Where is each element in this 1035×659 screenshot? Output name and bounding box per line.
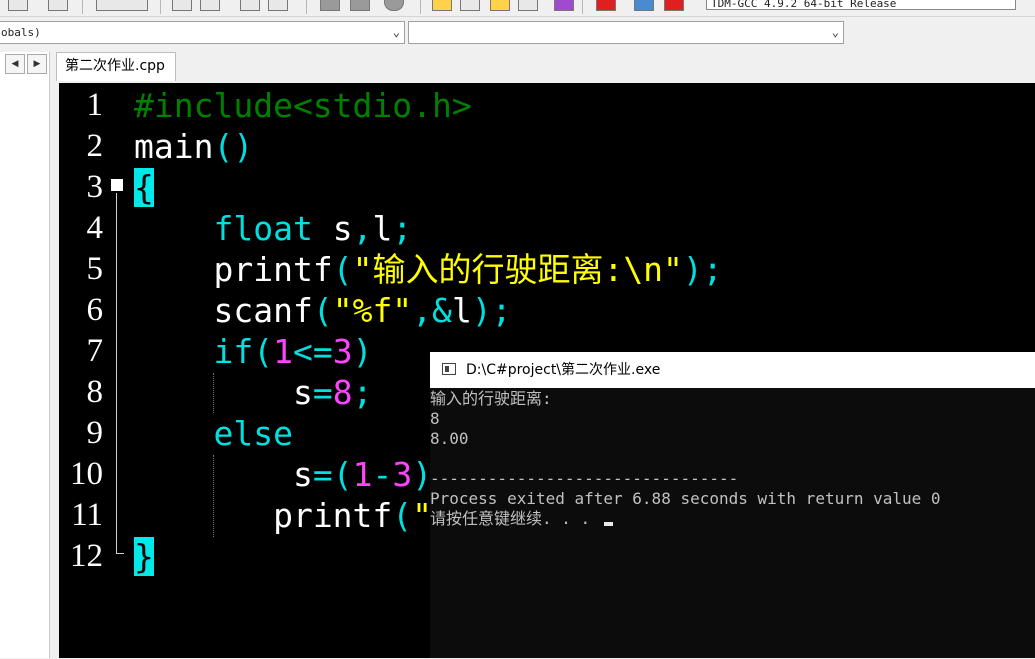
line-number: 3 <box>86 169 104 205</box>
console-line: Process exited after 6.88 seconds with r… <box>430 489 941 508</box>
toolbar-button[interactable] <box>384 0 404 11</box>
toolbar-button[interactable] <box>554 0 574 11</box>
toolbar-button[interactable] <box>350 0 370 11</box>
scope-combo[interactable]: obals) ⌄ <box>0 21 405 44</box>
tab-source-file[interactable]: 第二次作业.cpp <box>56 52 176 81</box>
toolbar-separator <box>306 0 307 14</box>
scope-combo-value: obals) <box>1 26 41 39</box>
toolbar-button[interactable] <box>432 0 452 11</box>
arrow-left-icon: ◀ <box>11 59 19 69</box>
arrow-right-icon: ▶ <box>33 59 41 69</box>
code-line-11: printf(" <box>273 496 433 535</box>
toolbar-button[interactable] <box>518 0 538 11</box>
code-line-9: else <box>213 414 293 453</box>
line-number: 10 <box>70 456 103 492</box>
toolbar-button[interactable] <box>634 0 654 11</box>
line-number: 11 <box>71 497 103 533</box>
console-line: 8.00 <box>430 429 469 448</box>
toolbar: TDM-GCC 4.9.2 64-bit Release <box>0 0 1035 17</box>
text-cursor <box>603 522 613 526</box>
toolbar-button[interactable] <box>268 0 288 11</box>
fold-end-marker <box>116 553 124 554</box>
line-number: 2 <box>86 128 104 164</box>
toolbar-separator <box>82 0 83 14</box>
console-output: 输入的行驶距离: 8 8.00 ---------------------------… <box>430 388 1035 659</box>
code-line-4: float s,l; <box>213 209 413 248</box>
console-prompt-line: 请按任意键继续. . . <box>430 509 1035 529</box>
toolbar-button[interactable] <box>320 0 340 11</box>
line-number: 4 <box>86 210 104 246</box>
code-line-2: main() <box>134 127 254 166</box>
toolbar-separator <box>420 0 421 14</box>
tab-scroll-left-button[interactable]: ◀ <box>5 54 25 74</box>
console-line: 请按任意键继续. . . <box>430 509 600 528</box>
toolbar-button[interactable] <box>8 0 28 11</box>
toolbar-button[interactable] <box>460 0 480 11</box>
console-app-icon <box>442 363 456 375</box>
code-line-6: scanf("%f",&l); <box>213 291 512 330</box>
tab-scroll-right-button[interactable]: ▶ <box>27 54 47 74</box>
toolbar-button[interactable] <box>596 0 616 11</box>
console-line: 输入的行驶距离: <box>430 389 552 408</box>
fold-line <box>116 193 117 553</box>
toolbar-button[interactable] <box>240 0 260 11</box>
toolbar-button[interactable] <box>490 0 510 11</box>
code-line-1: #include<stdio.h> <box>134 86 472 125</box>
line-number: 6 <box>86 292 104 328</box>
compiler-select-value: TDM-GCC 4.9.2 64-bit Release <box>711 0 897 10</box>
console-line: -------------------------------- <box>430 469 739 488</box>
fold-toggle-icon[interactable] <box>111 179 123 191</box>
toolbar-separator <box>160 0 161 14</box>
console-line: 8 <box>430 409 440 428</box>
console-title-bar[interactable]: D:\C#project\第二次作业.exe <box>430 352 1035 388</box>
chevron-down-icon: ⌄ <box>831 25 839 39</box>
code-line-5: printf("输入的行驶距离:\n"); <box>213 250 723 289</box>
tab-label: 第二次作业.cpp <box>65 58 165 74</box>
code-line-7: if(1<=3) <box>213 332 373 371</box>
toolbar-button[interactable] <box>96 0 148 11</box>
line-number: 1 <box>86 87 104 123</box>
toolbar-button[interactable] <box>172 0 192 11</box>
function-combo[interactable]: ⌄ <box>408 21 844 44</box>
console-window[interactable]: D:\C#project\第二次作业.exe 输入的行驶距离: 8 8.00 ----… <box>430 352 1035 658</box>
code-line-10: s=(1-3) <box>292 455 433 494</box>
line-number: 5 <box>86 251 104 287</box>
line-number: 9 <box>86 415 104 451</box>
toolbar-button[interactable] <box>200 0 220 11</box>
code-line-8: s=8; <box>292 373 373 412</box>
code-line-3: { <box>134 168 154 207</box>
project-browser-pane <box>0 52 50 658</box>
toolbar-separator <box>582 0 583 14</box>
console-title: D:\C#project\第二次作业.exe <box>466 362 661 378</box>
compiler-select[interactable]: TDM-GCC 4.9.2 64-bit Release <box>706 0 1016 10</box>
line-number: 8 <box>86 374 104 410</box>
line-number: 7 <box>86 333 104 369</box>
code-line-12: } <box>134 537 154 576</box>
line-number: 12 <box>70 538 103 574</box>
toolbar-button[interactable] <box>48 0 68 11</box>
chevron-down-icon: ⌄ <box>392 25 400 39</box>
toolbar-button[interactable] <box>664 0 684 11</box>
